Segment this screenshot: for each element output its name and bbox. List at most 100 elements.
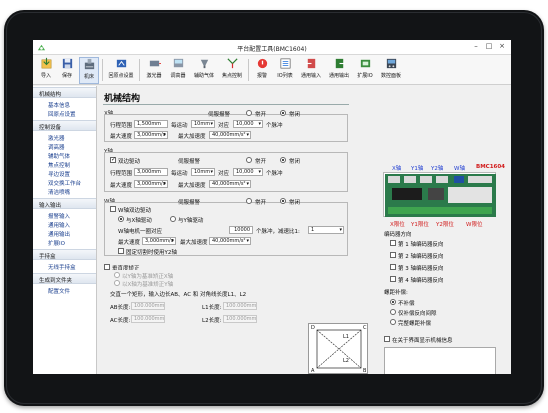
perp-opt1-radio[interactable] xyxy=(114,272,120,278)
toolbar-panel-button[interactable]: 数控面板 xyxy=(378,57,404,84)
sidebar-item-home-setting[interactable]: 回原点设置 xyxy=(48,110,76,118)
x-pulse-unit-select[interactable]: 10mm xyxy=(191,120,215,128)
y-speed-select[interactable]: 3,000mm/s xyxy=(134,180,168,188)
sidebar-item-general-input[interactable]: 通用输入 xyxy=(48,221,70,229)
y-travel-input[interactable]: 3,000mm xyxy=(134,168,168,176)
perp-ab-input[interactable]: 100.000mm xyxy=(131,302,165,310)
sidebar-group-io[interactable]: 输入输出 xyxy=(33,198,96,209)
perp-diagram: D C A B L1 L2 xyxy=(308,323,368,374)
minimize-button[interactable]: – xyxy=(471,42,481,50)
w-speed-label: 最大速度 xyxy=(118,240,141,246)
perp-ac-input[interactable]: 100.000mm xyxy=(131,315,165,323)
x-speed-select[interactable]: 3,000mm/s xyxy=(134,131,168,139)
sidebar-item-focus[interactable]: 焦点控制 xyxy=(48,161,70,169)
w-dual-drive-label: W轴双边驱动 xyxy=(118,208,151,214)
home-setting-icon xyxy=(116,59,126,68)
maximize-button[interactable]: □ xyxy=(484,42,494,50)
x-servo-no-radio[interactable] xyxy=(246,110,252,116)
toolbar-io-list-button[interactable]: IO列表 xyxy=(274,57,296,84)
perp-opt2-radio[interactable] xyxy=(114,280,120,286)
w-servo-nc-radio[interactable] xyxy=(280,198,286,204)
sidebar-item-wireless-handheld[interactable]: 无线手持盒 xyxy=(48,263,76,271)
x-servo-nc-radio[interactable] xyxy=(280,110,286,116)
output-icon xyxy=(335,58,345,69)
sidebar-item-alarm-input[interactable]: 报警输入 xyxy=(48,212,70,220)
toolbar-focus-button[interactable]: 焦点控制 xyxy=(219,57,245,84)
sidebar-item-config-file[interactable]: 配置文件 xyxy=(48,287,70,295)
x-travel-input[interactable]: 1,500mm xyxy=(134,120,168,128)
backlash-reverse-radio[interactable] xyxy=(390,309,396,315)
controller-board-icon xyxy=(385,174,496,217)
toolbar-output-button[interactable]: 通用输出 xyxy=(326,57,352,84)
encoder-1-checkbox[interactable] xyxy=(390,240,396,246)
about-info-checkbox[interactable] xyxy=(384,336,390,342)
toolbar-input-button[interactable]: 通用输入 xyxy=(298,57,324,84)
toolbar-extend-io-button[interactable]: 扩展IO xyxy=(354,57,376,84)
toolbar-gas-button[interactable]: 辅助气体 xyxy=(191,57,217,84)
toolbar-height-controller-button[interactable]: 调高器 xyxy=(167,57,189,84)
diagram-label-c: C xyxy=(363,325,367,331)
toolbar-save-button[interactable]: 保存 xyxy=(57,57,77,84)
sidebar-item-laser[interactable]: 激光器 xyxy=(48,134,65,142)
backlash-none-radio[interactable] xyxy=(390,299,396,305)
sidebar-group-handheld[interactable]: 手持盒 xyxy=(33,249,96,260)
x-pulses-select[interactable]: 10,000 xyxy=(233,120,263,128)
y-accel-select[interactable]: 40,000mm/s² xyxy=(209,180,251,188)
w-fixed-cut-checkbox[interactable] xyxy=(118,248,124,254)
backlash-full-radio[interactable] xyxy=(390,319,396,325)
perp-l1-input[interactable]: 100.000mm xyxy=(223,302,257,310)
w-per-rev-label: W轴电机一圈对应 xyxy=(118,229,162,235)
diagram-label-a: A xyxy=(311,368,315,374)
sidebar-item-dual-table[interactable]: 双交换工作台 xyxy=(48,179,81,187)
toolbar-laser-button[interactable]: 激光器 xyxy=(143,57,165,84)
w-per-rev-input[interactable]: 10000 xyxy=(229,226,253,234)
encoder-2-label: 第 2 轴编码器反向 xyxy=(398,254,444,260)
sidebar-item-extend-io[interactable]: 扩展IO xyxy=(48,239,65,247)
sidebar-item-gas[interactable]: 辅助气体 xyxy=(48,152,70,160)
sidebar-group-export[interactable]: 生成到文件夹 xyxy=(33,273,96,284)
w-mode-x-radio[interactable] xyxy=(118,216,124,222)
encoder-2-checkbox[interactable] xyxy=(390,252,396,258)
focus-icon xyxy=(226,58,238,69)
x-servo-no-label: 常开 xyxy=(255,112,267,118)
x-accel-select[interactable]: 40,000mm/s² xyxy=(209,131,251,139)
w-servo-no-radio[interactable] xyxy=(246,198,252,204)
extend-io-icon xyxy=(360,59,370,68)
sidebar-item-basic-info[interactable]: 基本信息 xyxy=(48,101,70,109)
w-speed-select[interactable]: 3,000mm/s xyxy=(142,237,176,245)
toolbar-machine-button[interactable]: 机床 xyxy=(79,57,99,84)
y-dual-drive-checkbox[interactable] xyxy=(110,156,116,163)
w-accel-select[interactable]: 40,000mm/s² xyxy=(209,237,251,245)
sidebar-group-control-devices[interactable]: 控制设备 xyxy=(33,120,96,131)
toolbar-alarm-button[interactable]: 报警 xyxy=(252,57,272,84)
w-dual-drive-checkbox[interactable] xyxy=(110,206,116,212)
y-pulses-select[interactable]: 10,000 xyxy=(233,168,263,176)
toolbar-import-button[interactable]: 导入 xyxy=(36,57,56,84)
perp-l2-input[interactable]: 100.000mm xyxy=(223,315,257,323)
encoder-3-checkbox[interactable] xyxy=(390,264,396,270)
close-button[interactable]: × xyxy=(497,42,507,50)
encoder-4-checkbox[interactable] xyxy=(390,276,396,282)
y-pulse-unit-select[interactable]: 10mm xyxy=(191,168,215,176)
app-window: 平台配置工具(BMC1604) – □ × 导入 保存 机床 回原点设置 激光器 xyxy=(33,40,511,374)
sidebar-item-height-controller[interactable]: 调高器 xyxy=(48,143,65,151)
x-speed-label: 最大速度 xyxy=(110,134,133,140)
sidebar-item-nozzle-clean[interactable]: 清洁喷嘴 xyxy=(48,188,70,196)
rectangle-diagram-icon xyxy=(316,329,362,369)
machine-icon xyxy=(84,58,94,70)
w-mode-y-radio[interactable] xyxy=(170,216,176,222)
w-ratio-select[interactable]: 1 xyxy=(308,226,344,234)
perp-ab-label: AB长度: xyxy=(110,305,131,311)
about-info-textarea[interactable] xyxy=(384,347,496,374)
sidebar-item-general-output[interactable]: 通用输出 xyxy=(48,230,70,238)
y-servo-no-radio[interactable] xyxy=(246,157,252,163)
perp-opt1-label: 以Y轴为基准矫正X轴 xyxy=(122,274,174,280)
w-servo-no-label: 常开 xyxy=(255,200,267,206)
sidebar-item-edge-finding[interactable]: 寻边设置 xyxy=(48,170,70,178)
encoder-1-label: 第 1 轴编码器反向 xyxy=(398,242,444,248)
w-fixed-cut-label: 固定切割时使用Y2轴 xyxy=(126,250,177,256)
sidebar-group-mechanical[interactable]: 机械结构 xyxy=(33,87,96,98)
backlash-reverse-label: 仅补偿反向间隙 xyxy=(398,311,437,317)
toolbar-home-setting-button[interactable]: 回原点设置 xyxy=(106,57,136,84)
y-servo-nc-radio[interactable] xyxy=(280,157,286,163)
